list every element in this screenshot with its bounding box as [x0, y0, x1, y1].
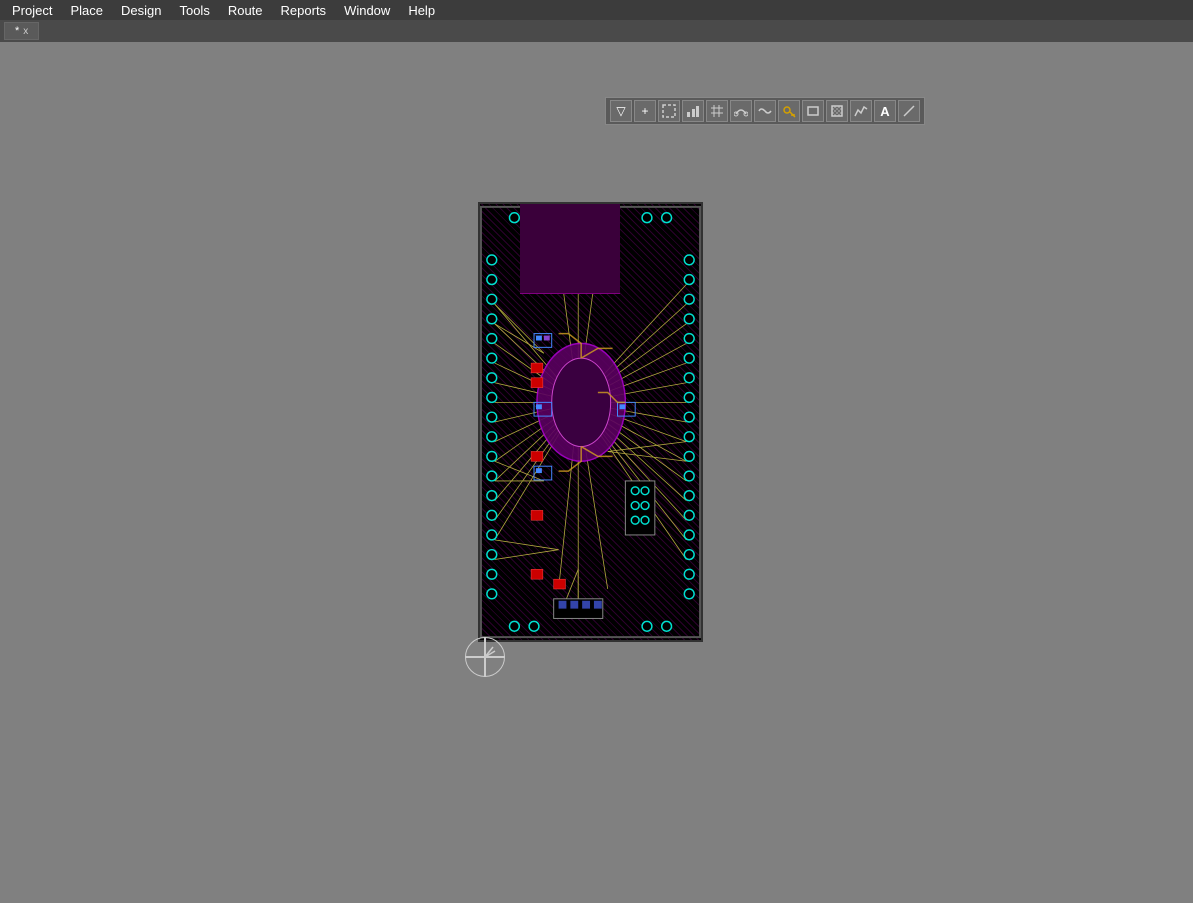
toolbar-route2-btn[interactable] [754, 100, 776, 122]
tab-bar: * x [0, 20, 1193, 42]
toolbar-chart-btn[interactable] [682, 100, 704, 122]
toolbar: ▽ + [605, 97, 925, 125]
toolbar-shape-btn[interactable] [802, 100, 824, 122]
menu-design[interactable]: Design [113, 2, 169, 19]
toolbar-stats-btn[interactable] [850, 100, 872, 122]
toolbar-filter-btn[interactable]: ▽ [610, 100, 632, 122]
tab-close-btn[interactable]: x [23, 26, 28, 37]
crosshair-cursor [465, 637, 505, 677]
menu-help[interactable]: Help [400, 2, 443, 19]
toolbar-route1-btn[interactable] [730, 100, 752, 122]
active-tab[interactable]: * x [4, 22, 39, 40]
menu-route[interactable]: Route [220, 2, 271, 19]
toolbar-text-btn[interactable]: A [874, 100, 896, 122]
toolbar-rect-select-btn[interactable] [658, 100, 680, 122]
toolbar-crop-btn[interactable] [826, 100, 848, 122]
menu-tools[interactable]: Tools [171, 2, 217, 19]
menu-window[interactable]: Window [336, 2, 398, 19]
crosshair-diagonals [465, 637, 505, 677]
menu-project[interactable]: Project [4, 2, 60, 19]
menu-reports[interactable]: Reports [273, 2, 335, 19]
toolbar-line-btn[interactable] [898, 100, 920, 122]
top-copper-region [520, 204, 620, 294]
toolbar-grid-btn[interactable] [706, 100, 728, 122]
menu-bar: Project Place Design Tools Route Reports… [0, 0, 1193, 20]
pcb-board [478, 202, 703, 642]
menu-place[interactable]: Place [62, 2, 111, 19]
toolbar-key-btn[interactable] [778, 100, 800, 122]
canvas-area[interactable]: ▽ + [0, 42, 1193, 903]
tab-label: * [15, 25, 19, 37]
toolbar-add-btn[interactable]: + [634, 100, 656, 122]
